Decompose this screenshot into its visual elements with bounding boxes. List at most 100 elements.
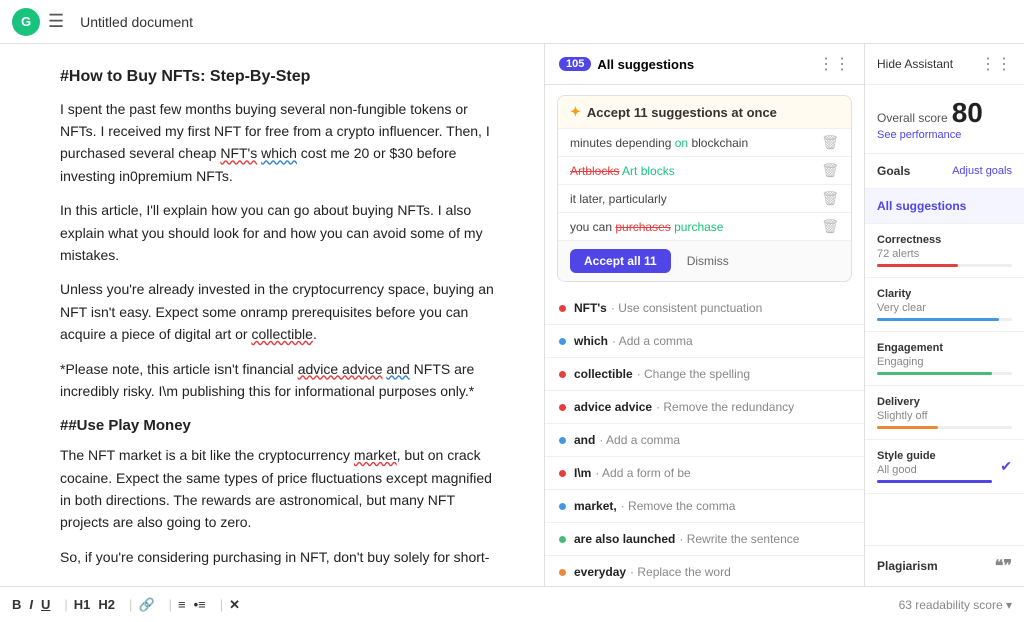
goals-link[interactable]: Adjust goals	[952, 165, 1012, 177]
suggestion-desc-7: · Remove the comma	[621, 499, 736, 513]
accept-buttons: Accept all 11 Dismiss	[558, 240, 851, 281]
list-button[interactable]: ≡	[178, 597, 186, 612]
correctness-section[interactable]: Correctness 72 alerts	[865, 224, 1024, 278]
trash-icon-1[interactable]: 🗑	[821, 134, 839, 151]
plagiarism-icon: ❝❞	[995, 556, 1012, 576]
delivery-section[interactable]: Delivery Slightly off	[865, 386, 1024, 440]
suggestion-word-9: everyday	[574, 565, 626, 579]
all-suggestions-tab[interactable]: All suggestions	[865, 189, 1024, 224]
suggestion-item-advice[interactable]: advice advice · Remove the redundancy	[545, 391, 864, 424]
underline-button[interactable]: U	[41, 597, 50, 612]
dot-yellow-9	[559, 569, 566, 576]
clarity-bar	[877, 318, 1012, 321]
score-title: Overall score	[877, 111, 948, 125]
suggestion-item-and[interactable]: and · Add a comma	[545, 424, 864, 457]
paragraph-6: So, if you're considering purchasing in …	[60, 546, 504, 568]
accept-item-3[interactable]: it later, particularly 🗑	[558, 184, 851, 212]
editor-area[interactable]: #How to Buy NFTs: Step-By-Step I spent t…	[0, 44, 544, 586]
clarity-section[interactable]: Clarity Very clear	[865, 278, 1024, 332]
style-guide-sub: All good	[877, 464, 992, 476]
score-row: Overall score 80	[877, 97, 1012, 129]
suggestions-options-icon[interactable]: ⋮⋮	[818, 54, 850, 74]
delivery-bar-fill	[877, 426, 938, 429]
suggestion-item-everyday[interactable]: everyday · Replace the word	[545, 556, 864, 586]
clear-format-button[interactable]: ✕	[229, 597, 240, 613]
suggestion-left-1: NFT's · Use consistent punctuation	[559, 301, 762, 315]
panel-options-icon[interactable]: ⋮⋮	[980, 54, 1012, 74]
suggestion-item-which[interactable]: which · Add a comma	[545, 325, 864, 358]
suggestion-desc-4: · Remove the redundancy	[656, 400, 794, 414]
editor-content: #How to Buy NFTs: Step-By-Step I spent t…	[60, 64, 504, 568]
delivery-bar	[877, 426, 1012, 429]
bottom-toolbar: B I U | H1 H2 | 🔗 | ≡ •≡ | ✕ 63 readabil…	[0, 586, 1024, 622]
correctness-bar	[877, 264, 1012, 267]
style-guide-label: Style guide	[877, 450, 992, 462]
suggestion-item-collectible[interactable]: collectible · Change the spelling	[545, 358, 864, 391]
suggestion-item-nfts[interactable]: NFT's · Use consistent punctuation	[545, 292, 864, 325]
accept-item-4[interactable]: you can purchases purchase 🗑	[558, 212, 851, 240]
see-performance[interactable]: See performance	[877, 129, 1012, 141]
bold-button[interactable]: B	[12, 597, 21, 612]
plagiarism-section[interactable]: Plagiarism ❝❞	[865, 545, 1024, 586]
toolbar-sep-1: |	[64, 597, 67, 612]
logo: G	[12, 8, 40, 36]
suggestion-desc-9: · Replace the word	[630, 565, 731, 579]
suggestion-word-3: collectible	[574, 367, 633, 381]
trash-icon-4[interactable]: 🗑	[821, 218, 839, 235]
accept-box-header: ✦ Accept 11 suggestions at once	[558, 96, 851, 128]
accept-item-1[interactable]: minutes depending on blockchain 🗑	[558, 128, 851, 156]
doc-title[interactable]: Untitled document	[80, 14, 1012, 30]
goals-row: Goals Adjust goals	[877, 164, 1012, 178]
star-icon: ✦	[570, 104, 581, 120]
top-bar: G ☰ Untitled document	[0, 0, 1024, 44]
suggestion-item-launched[interactable]: are also launched · Rewrite the sentence	[545, 523, 864, 556]
suggestion-left-7: market, · Remove the comma	[559, 499, 735, 513]
italic-button[interactable]: I	[29, 597, 33, 612]
clarity-sub: Very clear	[877, 302, 1012, 314]
accept-item-text-4: you can purchases purchase	[570, 220, 723, 234]
clarity-bar-fill	[877, 318, 999, 321]
trash-icon-3[interactable]: 🗑	[821, 190, 839, 207]
dot-blue-5	[559, 437, 566, 444]
correctness-sub: 72 alerts	[877, 248, 1012, 260]
menu-icon[interactable]: ☰	[48, 11, 64, 32]
suggestions-panel: 105 All suggestions ⋮⋮ ✦ Accept 11 sugge…	[544, 44, 864, 586]
h1-button[interactable]: H1	[74, 597, 91, 612]
dot-red-1	[559, 305, 566, 312]
suggestion-item-market[interactable]: market, · Remove the comma	[545, 490, 864, 523]
paragraph-4: *Please note, this article isn't financi…	[60, 358, 504, 403]
delivery-label: Delivery	[877, 396, 1012, 408]
style-guide-bar	[877, 480, 992, 483]
suggestions-header: 105 All suggestions ⋮⋮	[545, 44, 864, 85]
link-button[interactable]: 🔗	[138, 597, 154, 613]
hide-assistant-label[interactable]: Hide Assistant	[877, 57, 953, 71]
dismiss-button[interactable]: Dismiss	[679, 249, 737, 273]
suggestion-left-4: advice advice · Remove the redundancy	[559, 400, 794, 414]
h2-button[interactable]: H2	[98, 597, 115, 612]
engagement-section[interactable]: Engagement Engaging	[865, 332, 1024, 386]
suggestion-word-4: advice advice	[574, 400, 652, 414]
bullet-button[interactable]: •≡	[194, 597, 206, 612]
trash-icon-2[interactable]: 🗑	[821, 162, 839, 179]
suggestion-word-7: market,	[574, 499, 617, 513]
accept-box: ✦ Accept 11 suggestions at once minutes …	[557, 95, 852, 282]
accept-all-button[interactable]: Accept all 11	[570, 249, 671, 273]
delivery-sub: Slightly off	[877, 410, 1012, 422]
suggestion-desc-1: · Use consistent punctuation	[611, 301, 762, 315]
suggestion-left-6: I\m · Add a form of be	[559, 466, 691, 480]
suggestions-badge: 105	[559, 57, 591, 71]
right-panel: Hide Assistant ⋮⋮ Overall score 80 See p…	[864, 44, 1024, 586]
style-guide-section[interactable]: Style guide All good ✔	[865, 440, 1024, 494]
engagement-label: Engagement	[877, 342, 1012, 354]
suggestion-item-im[interactable]: I\m · Add a form of be	[545, 457, 864, 490]
suggestions-title: 105 All suggestions	[559, 57, 694, 72]
suggestion-desc-2: · Add a comma	[612, 334, 693, 348]
goals-label: Goals	[877, 164, 910, 178]
paragraph-5: The NFT market is a bit like the cryptoc…	[60, 444, 504, 534]
readability-score[interactable]: 63 readability score ▾	[899, 598, 1012, 612]
plagiarism-label: Plagiarism	[877, 559, 938, 573]
dot-blue-2	[559, 338, 566, 345]
accept-item-2[interactable]: Artblocks Art blocks 🗑	[558, 156, 851, 184]
dot-blue-7	[559, 503, 566, 510]
accept-item-text-3: it later, particularly	[570, 192, 667, 206]
